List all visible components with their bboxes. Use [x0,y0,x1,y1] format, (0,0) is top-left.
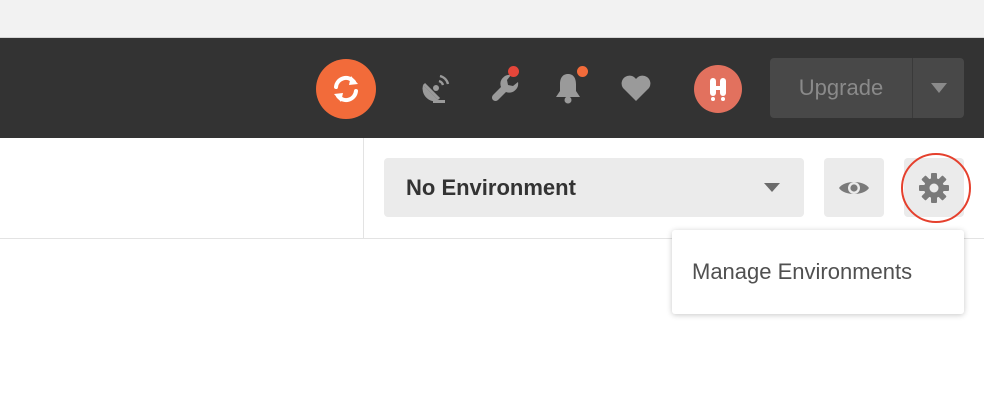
user-avatar[interactable] [694,65,742,113]
wrench-button[interactable] [486,68,526,108]
sync-button[interactable] [316,59,376,119]
upgrade-button[interactable]: Upgrade [770,58,912,118]
wrench-notification-badge [508,66,519,77]
window-top-strip [0,0,984,38]
heart-button[interactable] [616,68,656,108]
environment-select-value: No Environment [406,174,576,200]
upgrade-menu-button[interactable] [913,58,964,118]
manage-environments-menu-item[interactable]: Manage Environments [672,259,964,285]
bell-notification-badge [577,66,588,77]
upgrade-split-button: Upgrade [770,58,964,118]
manage-environments-button[interactable] [904,158,964,217]
environment-quick-look-button[interactable] [824,158,884,217]
chevron-down-icon [930,83,947,93]
environment-select[interactable]: No Environment [384,158,804,217]
caret-down-icon [764,183,780,192]
satellite-button[interactable] [416,68,456,108]
toolbar-divider [363,138,364,238]
heart-icon [621,75,651,101]
sync-icon [334,75,358,103]
avatar-icon [710,78,726,101]
eye-icon [839,181,869,194]
gear-icon [919,172,949,203]
wrench-icon [491,74,519,102]
settings-dropdown-menu: Manage Environments [672,230,964,314]
satellite-dish-icon [422,74,450,103]
